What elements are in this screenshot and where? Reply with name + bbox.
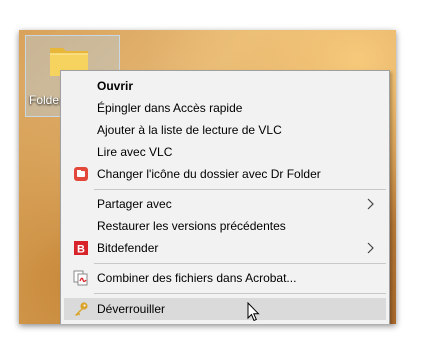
menu-item-label: Épingler dans Accès rapide [97, 101, 243, 115]
menu-item-deverrouiller[interactable]: Déverrouiller [64, 298, 386, 320]
menu-item-label: Ajouter à la liste de lecture de VLC [97, 123, 282, 137]
menu-item-label: Déverrouiller [97, 302, 166, 316]
menu-item-vlc-play[interactable]: Lire avec VLC [64, 141, 386, 163]
menu-item-ouvrir[interactable]: Ouvrir [64, 75, 386, 97]
menu-item-label: Bitdefender [97, 241, 159, 255]
menu-item-dr-folder[interactable]: Changer l'icône du dossier avec Dr Folde… [64, 163, 386, 185]
menu-separator [94, 293, 386, 294]
chevron-right-icon [367, 198, 374, 210]
key-icon [75, 302, 88, 316]
menu-item-label: Ouvrir [97, 79, 134, 93]
menu-item-label: Partager avec [97, 197, 172, 211]
menu-separator [94, 263, 386, 264]
menu-item-partager[interactable]: Partager avec [64, 193, 386, 215]
dr-folder-icon [74, 167, 88, 181]
menu-item-label: Combiner des fichiers dans Acrobat... [97, 271, 297, 285]
acrobat-combine-icon [73, 270, 88, 286]
chevron-right-icon [367, 242, 374, 254]
screenshot-frame: Folder Ouvrir Épingler dans Accès rapide… [19, 30, 396, 324]
menu-item-epingler[interactable]: Épingler dans Accès rapide [64, 97, 386, 119]
bitdefender-icon: B [74, 241, 88, 256]
menu-item-restaurer[interactable]: Restaurer les versions précédentes [64, 215, 386, 237]
svg-text:B: B [77, 244, 85, 256]
menu-separator [94, 189, 386, 190]
context-menu: Ouvrir Épingler dans Accès rapide Ajoute… [60, 70, 390, 324]
menu-item-acrobat-combine[interactable]: Combiner des fichiers dans Acrobat... [64, 267, 386, 289]
menu-item-label: Changer l'icône du dossier avec Dr Folde… [97, 167, 321, 181]
menu-item-label: Lire avec VLC [97, 145, 173, 159]
menu-item-vlc-playlist[interactable]: Ajouter à la liste de lecture de VLC [64, 119, 386, 141]
mouse-cursor-icon [247, 302, 260, 322]
menu-item-bitdefender[interactable]: B Bitdefender [64, 237, 386, 259]
folder-label: Folder [29, 93, 64, 107]
menu-item-label: Restaurer les versions précédentes [97, 219, 286, 233]
